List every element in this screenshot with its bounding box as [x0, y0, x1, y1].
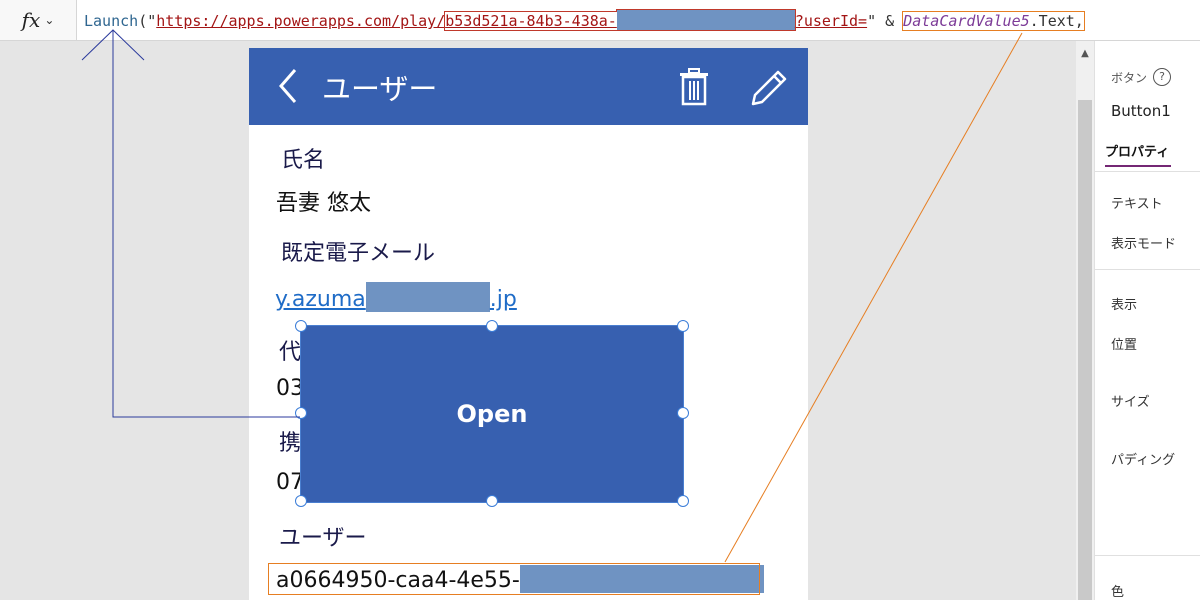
field-label-email: 既定電子メール [281, 241, 436, 266]
formula-suffix: .Text, [1029, 12, 1084, 30]
formula-app-id: b53d521a-84b3-438a- [445, 12, 617, 30]
properties-panel: ボタン ? Button1 プロパティ テキスト 表示モード 表示 位置 サイズ… [1094, 41, 1200, 600]
email-prefix: y.azuma [275, 287, 366, 312]
prop-position[interactable]: 位置 [1111, 334, 1137, 353]
formula-open: (" [138, 12, 157, 30]
formula-query: ?userId= [794, 12, 868, 30]
formula-function: Launch [84, 12, 139, 30]
redaction-block [616, 10, 795, 30]
formula-input[interactable]: Launch("https://apps.powerapps.com/play/… [84, 10, 1085, 31]
resize-handle[interactable] [677, 495, 689, 507]
open-button-label: Open [456, 400, 528, 428]
prop-display-mode[interactable]: 表示モード [1111, 233, 1176, 252]
prop-padding[interactable]: パディング [1111, 449, 1175, 468]
fx-icon: fx [21, 8, 41, 32]
divider [1095, 171, 1200, 172]
edit-pencil-icon[interactable] [748, 68, 788, 108]
resize-handle[interactable] [677, 407, 689, 419]
scroll-thumb[interactable] [1078, 100, 1092, 600]
resize-handle[interactable] [295, 320, 307, 332]
formula-close-quote: " [867, 12, 877, 30]
divider [1095, 555, 1200, 556]
resize-handle[interactable] [486, 320, 498, 332]
resize-handle[interactable] [295, 495, 307, 507]
prop-color[interactable]: 色 [1111, 581, 1124, 600]
prop-visible[interactable]: 表示 [1111, 294, 1137, 313]
resize-handle[interactable] [295, 407, 307, 419]
formula-url-prefix: https://apps.powerapps.com/play/ [156, 12, 446, 30]
formula-app-id-highlight: b53d521a-84b3-438a- [444, 10, 796, 31]
formula-variable: DataCardValue5 [903, 12, 1030, 30]
help-icon[interactable]: ? [1153, 68, 1171, 86]
formula-bar: fx ⌄ Launch("https://apps.powerapps.com/… [0, 0, 1200, 41]
formula-variable-highlight: DataCardValue5.Text, [902, 11, 1085, 31]
resize-handle[interactable] [486, 495, 498, 507]
screen-title: ユーザー [322, 72, 438, 106]
email-suffix: .jp [489, 287, 517, 312]
field-value-email[interactable]: y.azuma .jp [275, 282, 517, 312]
field-label-phone: 代 [279, 340, 302, 365]
tab-active-indicator [1105, 165, 1171, 167]
divider [1095, 269, 1200, 270]
field-label-user: ユーザー [279, 526, 367, 551]
field-label-name: 氏名 [281, 148, 326, 173]
back-arrow-icon[interactable] [275, 66, 305, 106]
field-value-name: 吾妻 悠太 [276, 191, 371, 216]
user-id-highlight-box [268, 563, 760, 595]
scroll-up-icon[interactable]: ▲ [1076, 48, 1094, 62]
formula-operator: & [876, 12, 904, 30]
resize-handle[interactable] [677, 320, 689, 332]
field-label-mobile: 携 [279, 431, 302, 456]
prop-size[interactable]: サイズ [1111, 391, 1150, 410]
tab-properties[interactable]: プロパティ [1105, 141, 1169, 160]
prop-text[interactable]: テキスト [1111, 193, 1163, 212]
open-button[interactable]: Open [300, 325, 684, 503]
fx-button[interactable]: fx ⌄ [0, 0, 77, 40]
redaction-block [365, 282, 490, 312]
control-type: ボタン [1111, 71, 1148, 85]
app-screen [249, 48, 808, 600]
control-name[interactable]: Button1 [1111, 102, 1171, 120]
chevron-down-icon: ⌄ [44, 13, 55, 27]
trash-icon[interactable] [678, 68, 710, 106]
